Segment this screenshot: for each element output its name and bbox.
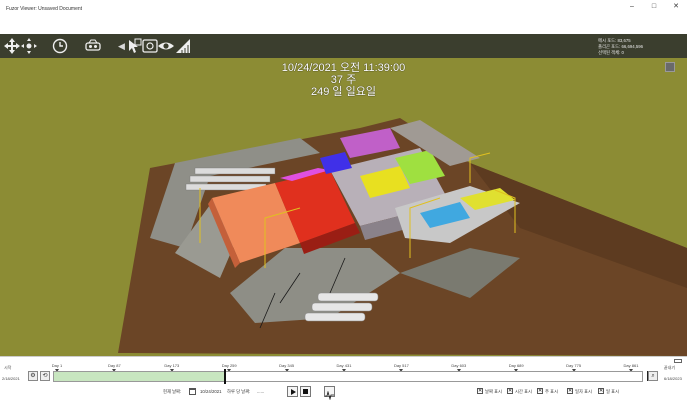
current-date-label: 현재 날짜:: [163, 389, 182, 394]
checkbox-show-dayno[interactable]: ✕: [567, 388, 573, 394]
checkbox-show-week-label: 주 표시: [545, 389, 559, 394]
ruler-tick-label: Day 87: [108, 363, 121, 368]
timeline-progress: [54, 372, 225, 381]
timeline-controls: 현재 날짜: 10/24/2021 하루 당 날짜: ...... ✕ 날짜 표…: [0, 385, 687, 400]
4d-timeline-panel: 시작 끝내기 2/18/2021 6/18/2023 ⚙ ⟲ Day 1 Day …: [0, 356, 687, 400]
fuzor-viewer-window: Fuzor Viewer: Unsaved Document – □ ✕ ◀ 메…: [0, 0, 687, 400]
main-toolbar: ◀ 메시 포드: 83,675 폴리곤 포드: 66,694,596 선택된 객…: [0, 34, 687, 58]
3d-viewport[interactable]: 10/24/2021 오전 11:39:00 37 주 249 일 일요일: [0, 58, 687, 356]
end-date: 6/18/2023: [664, 376, 682, 381]
waveform-icon: [325, 390, 334, 400]
play-button[interactable]: [287, 386, 298, 397]
ruler-tick-label: Day 431: [336, 363, 352, 368]
overlay-datetime: 10/24/2021 오전 11:39:00: [281, 62, 406, 74]
navigation-cube-icon[interactable]: [665, 62, 675, 72]
eye-icon[interactable]: [157, 37, 175, 55]
window-controls: – □ ✕: [621, 0, 687, 14]
scene-stats: 메시 포드: 83,675 폴리곤 포드: 66,694,596 선택된 객체:…: [598, 38, 643, 56]
timeline-playhead[interactable]: [223, 369, 226, 384]
ruler-tick-label: Day 861: [623, 363, 639, 368]
checkbox-show-time-label: 시간 표시: [515, 389, 533, 394]
checkbox-show-date[interactable]: ✕: [477, 388, 483, 394]
ruler-tick-label: Day 259: [221, 363, 237, 368]
ruler-tick-label: Day 1: [51, 363, 63, 368]
minimize-button[interactable]: –: [621, 0, 643, 14]
orbit-icon[interactable]: [20, 37, 38, 55]
ruler-tick-label: Day 603: [451, 363, 467, 368]
checkbox-show-date-label: 날짜 표시: [485, 389, 503, 394]
title-bar: Fuzor Viewer: Unsaved Document – □ ✕: [0, 0, 687, 34]
panel-resize-icon[interactable]: [674, 359, 682, 363]
vr-headset-icon[interactable]: [84, 37, 102, 55]
stat-selected: 선택된 객체: 0: [598, 50, 624, 55]
ruler-tick-label: Day 345: [279, 363, 295, 368]
measure-icon[interactable]: [174, 37, 192, 55]
end-label: 끝내기: [664, 365, 676, 370]
window-title: Fuzor Viewer: Unsaved Document: [6, 6, 83, 12]
waveform-button[interactable]: [324, 386, 335, 400]
checkbox-show-weekday-label: 일 표시: [606, 389, 620, 394]
ruler-tick-label: Day 689: [508, 363, 524, 368]
overlay-week: 37 주: [330, 74, 357, 86]
stop-icon: [303, 389, 308, 394]
timeline-track[interactable]: [53, 371, 643, 382]
stop-button[interactable]: [300, 386, 311, 397]
close-button[interactable]: ✕: [665, 0, 687, 14]
maximize-button[interactable]: □: [643, 0, 665, 14]
timeline-reset-button[interactable]: ⟲: [40, 371, 50, 381]
clock-icon[interactable]: [51, 37, 69, 55]
search-icon[interactable]: ⌕: [648, 371, 658, 381]
timeline-settings-button[interactable]: ⚙: [28, 371, 38, 381]
checkbox-show-week[interactable]: ✕: [537, 388, 543, 394]
days-per-step-label: 하루 당 날짜:: [227, 389, 251, 394]
checkbox-show-dayno-label: 일자 표시: [575, 389, 593, 394]
calendar-icon[interactable]: [189, 388, 196, 395]
current-date-value[interactable]: 10/24/2021: [200, 389, 222, 394]
collapse-arrow-icon[interactable]: ◀: [118, 39, 125, 53]
ruler-tick-label: Day 517: [393, 363, 409, 368]
move-icon[interactable]: [3, 37, 21, 55]
checkbox-show-weekday[interactable]: ✕: [598, 388, 604, 394]
construction-site-scene: [118, 118, 687, 356]
play-icon: [291, 389, 296, 395]
days-per-step-value[interactable]: ......: [257, 389, 264, 394]
date-overlay: 10/24/2021 오전 11:39:00 37 주 249 일 일요일: [0, 62, 687, 98]
overlay-day: 249 일 일요일: [311, 86, 376, 98]
checkbox-show-time[interactable]: ✕: [507, 388, 513, 394]
ruler-tick-label: Day 775: [566, 363, 582, 368]
start-date: 2/18/2021: [2, 376, 20, 381]
ruler-tick-label: Day 173: [164, 363, 180, 368]
start-label: 시작: [4, 365, 12, 370]
